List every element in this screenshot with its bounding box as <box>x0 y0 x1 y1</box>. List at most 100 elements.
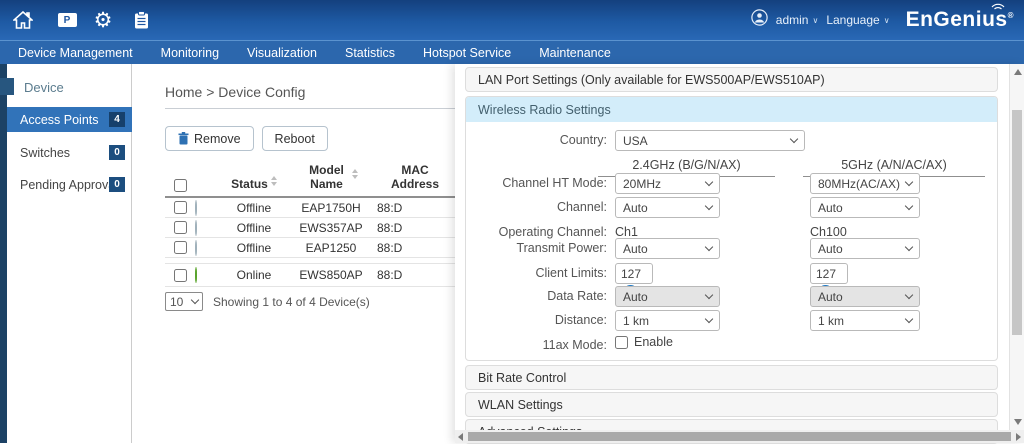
projects-letter: P <box>58 13 77 27</box>
vertical-scroll-thumb[interactable] <box>1012 110 1022 335</box>
transmit-power-5-select[interactable]: Auto <box>810 238 920 259</box>
table-row[interactable]: Offline EAP1750H 88:D E <box>165 198 465 218</box>
channel-ht-mode-24-select[interactable]: 20MHz <box>615 173 720 194</box>
operating-channel-5: Ch100 <box>810 225 847 239</box>
channel-5-select[interactable]: Auto <box>810 197 920 218</box>
chevron-down-icon <box>790 135 798 143</box>
divider <box>165 108 455 109</box>
pagination-summary: Showing 1 to 4 of 4 Device(s) <box>213 295 370 309</box>
horizontal-scrollbar[interactable] <box>455 430 1024 443</box>
select-all-checkbox[interactable] <box>174 179 187 192</box>
nav-maintenance[interactable]: Maintenance <box>539 46 611 60</box>
scroll-up-arrow-icon[interactable] <box>1014 69 1022 75</box>
wifi-icon <box>990 1 1006 10</box>
table-row[interactable]: Online EWS850AP 88:D <box>165 263 465 287</box>
engenius-logo: EnGenius® <box>906 8 1014 32</box>
trash-icon <box>178 132 189 145</box>
sidebar-item-switches[interactable]: Switches 0 <box>7 140 132 165</box>
top-bar: P ⚙ admin ∨ Language ∨ <box>0 0 1024 40</box>
row-checkbox[interactable] <box>174 201 187 214</box>
chevron-down-icon <box>705 178 713 186</box>
chevron-down-icon <box>191 296 199 304</box>
table-row[interactable]: Offline EAP1250 88:D <box>165 238 465 258</box>
chevron-down-icon <box>705 291 713 299</box>
col-mac-address[interactable]: MAC Address <box>377 164 465 192</box>
data-rate-5-select: Auto <box>810 286 920 307</box>
vertical-scrollbar[interactable] <box>1009 64 1024 430</box>
horizontal-scroll-thumb[interactable] <box>468 432 1011 441</box>
home-icon[interactable] <box>12 9 34 31</box>
device-config-panel: LAN Port Settings (Only available for EW… <box>455 64 1024 443</box>
device-section-icon <box>0 78 14 95</box>
section-lan-port-settings[interactable]: LAN Port Settings (Only available for EW… <box>465 67 998 92</box>
11ax-enable-checkbox[interactable] <box>615 336 628 349</box>
sidebar-section-device: Device <box>0 78 131 96</box>
chevron-down-icon <box>905 315 913 323</box>
row-checkbox[interactable] <box>174 241 187 254</box>
nav-hotspot-service[interactable]: Hotspot Service <box>423 46 511 60</box>
chevron-down-icon <box>705 243 713 251</box>
user-avatar-icon <box>751 9 768 31</box>
sort-icon <box>271 176 277 186</box>
client-limits-5-input[interactable] <box>810 263 848 284</box>
11ax-enable-label: Enable <box>634 335 673 349</box>
section-bit-rate-control[interactable]: Bit Rate Control <box>465 365 998 390</box>
status-dot-offline <box>195 240 197 256</box>
chevron-down-icon: ∨ <box>812 16 818 25</box>
reboot-button[interactable]: Reboot <box>262 126 328 151</box>
language-label: Language <box>826 13 879 27</box>
chevron-down-icon <box>705 202 713 210</box>
username: admin <box>776 13 809 27</box>
table-header-row: Status Model Name MAC Address <box>165 162 465 198</box>
operating-channel-24: Ch1 <box>615 225 638 239</box>
row-checkbox[interactable] <box>174 269 187 282</box>
nav-visualization[interactable]: Visualization <box>247 46 317 60</box>
main-nav: Device Management Monitoring Visualizati… <box>0 40 1024 64</box>
col-status[interactable]: Status <box>223 178 285 192</box>
count-badge: 4 <box>109 112 125 127</box>
sidebar-item-pending-approval[interactable]: Pending Approval 0 <box>7 172 132 197</box>
chevron-down-icon <box>905 243 913 251</box>
chevron-down-icon <box>905 202 913 210</box>
status-dot-online <box>195 267 197 283</box>
scroll-left-arrow-icon[interactable] <box>458 433 463 441</box>
projects-icon[interactable]: P <box>56 9 78 31</box>
channel-ht-mode-5-select[interactable]: 80MHz(AC/AX) <box>810 173 920 194</box>
count-badge: 0 <box>109 177 125 192</box>
nav-statistics[interactable]: Statistics <box>345 46 395 60</box>
row-checkbox[interactable] <box>174 221 187 234</box>
nav-monitoring[interactable]: Monitoring <box>161 46 219 60</box>
breadcrumb[interactable]: Home > Device Config <box>165 84 305 100</box>
col-model-name[interactable]: Model Name <box>285 164 377 192</box>
page-size-select[interactable]: 10 <box>165 292 203 311</box>
scroll-right-arrow-icon[interactable] <box>1016 433 1021 441</box>
sidebar-item-access-points[interactable]: Access Points 4 <box>7 107 132 132</box>
chevron-down-icon: ∨ <box>884 16 890 25</box>
brand-reg: ® <box>1008 11 1014 20</box>
country-select[interactable]: USA <box>615 130 805 151</box>
data-rate-24-select: Auto <box>615 286 720 307</box>
status-dot-offline <box>195 200 197 216</box>
distance-24-select[interactable]: 1 km <box>615 310 720 331</box>
table-row[interactable]: Offline EWS357AP 88:D <box>165 218 465 238</box>
remove-button[interactable]: Remove <box>165 126 254 151</box>
client-limits-24-input[interactable] <box>615 263 653 284</box>
language-menu[interactable]: Language ∨ <box>826 13 889 27</box>
channel-24-select[interactable]: Auto <box>615 197 720 218</box>
sidebar: Device Access Points 4 Switches 0 Pendin… <box>0 64 132 443</box>
scroll-down-arrow-icon[interactable] <box>1014 419 1022 425</box>
settings-gear-icon[interactable]: ⚙ <box>92 9 114 31</box>
user-menu[interactable]: admin ∨ <box>776 13 819 27</box>
distance-5-select[interactable]: 1 km <box>810 310 920 331</box>
chevron-down-icon <box>905 291 913 299</box>
sidebar-accent-strip <box>0 64 7 443</box>
main-content: Home > Device Config Remove Reboot Statu… <box>133 64 455 443</box>
clipboard-icon[interactable] <box>130 9 152 31</box>
section-wlan-settings[interactable]: WLAN Settings <box>465 392 998 417</box>
chevron-down-icon <box>705 315 713 323</box>
transmit-power-24-select[interactable]: Auto <box>615 238 720 259</box>
brand-text: EnGenius <box>906 8 1008 31</box>
wireless-radio-settings-header[interactable]: Wireless Radio Settings <box>466 97 997 122</box>
nav-device-management[interactable]: Device Management <box>18 46 133 60</box>
chevron-down-icon <box>905 178 913 186</box>
